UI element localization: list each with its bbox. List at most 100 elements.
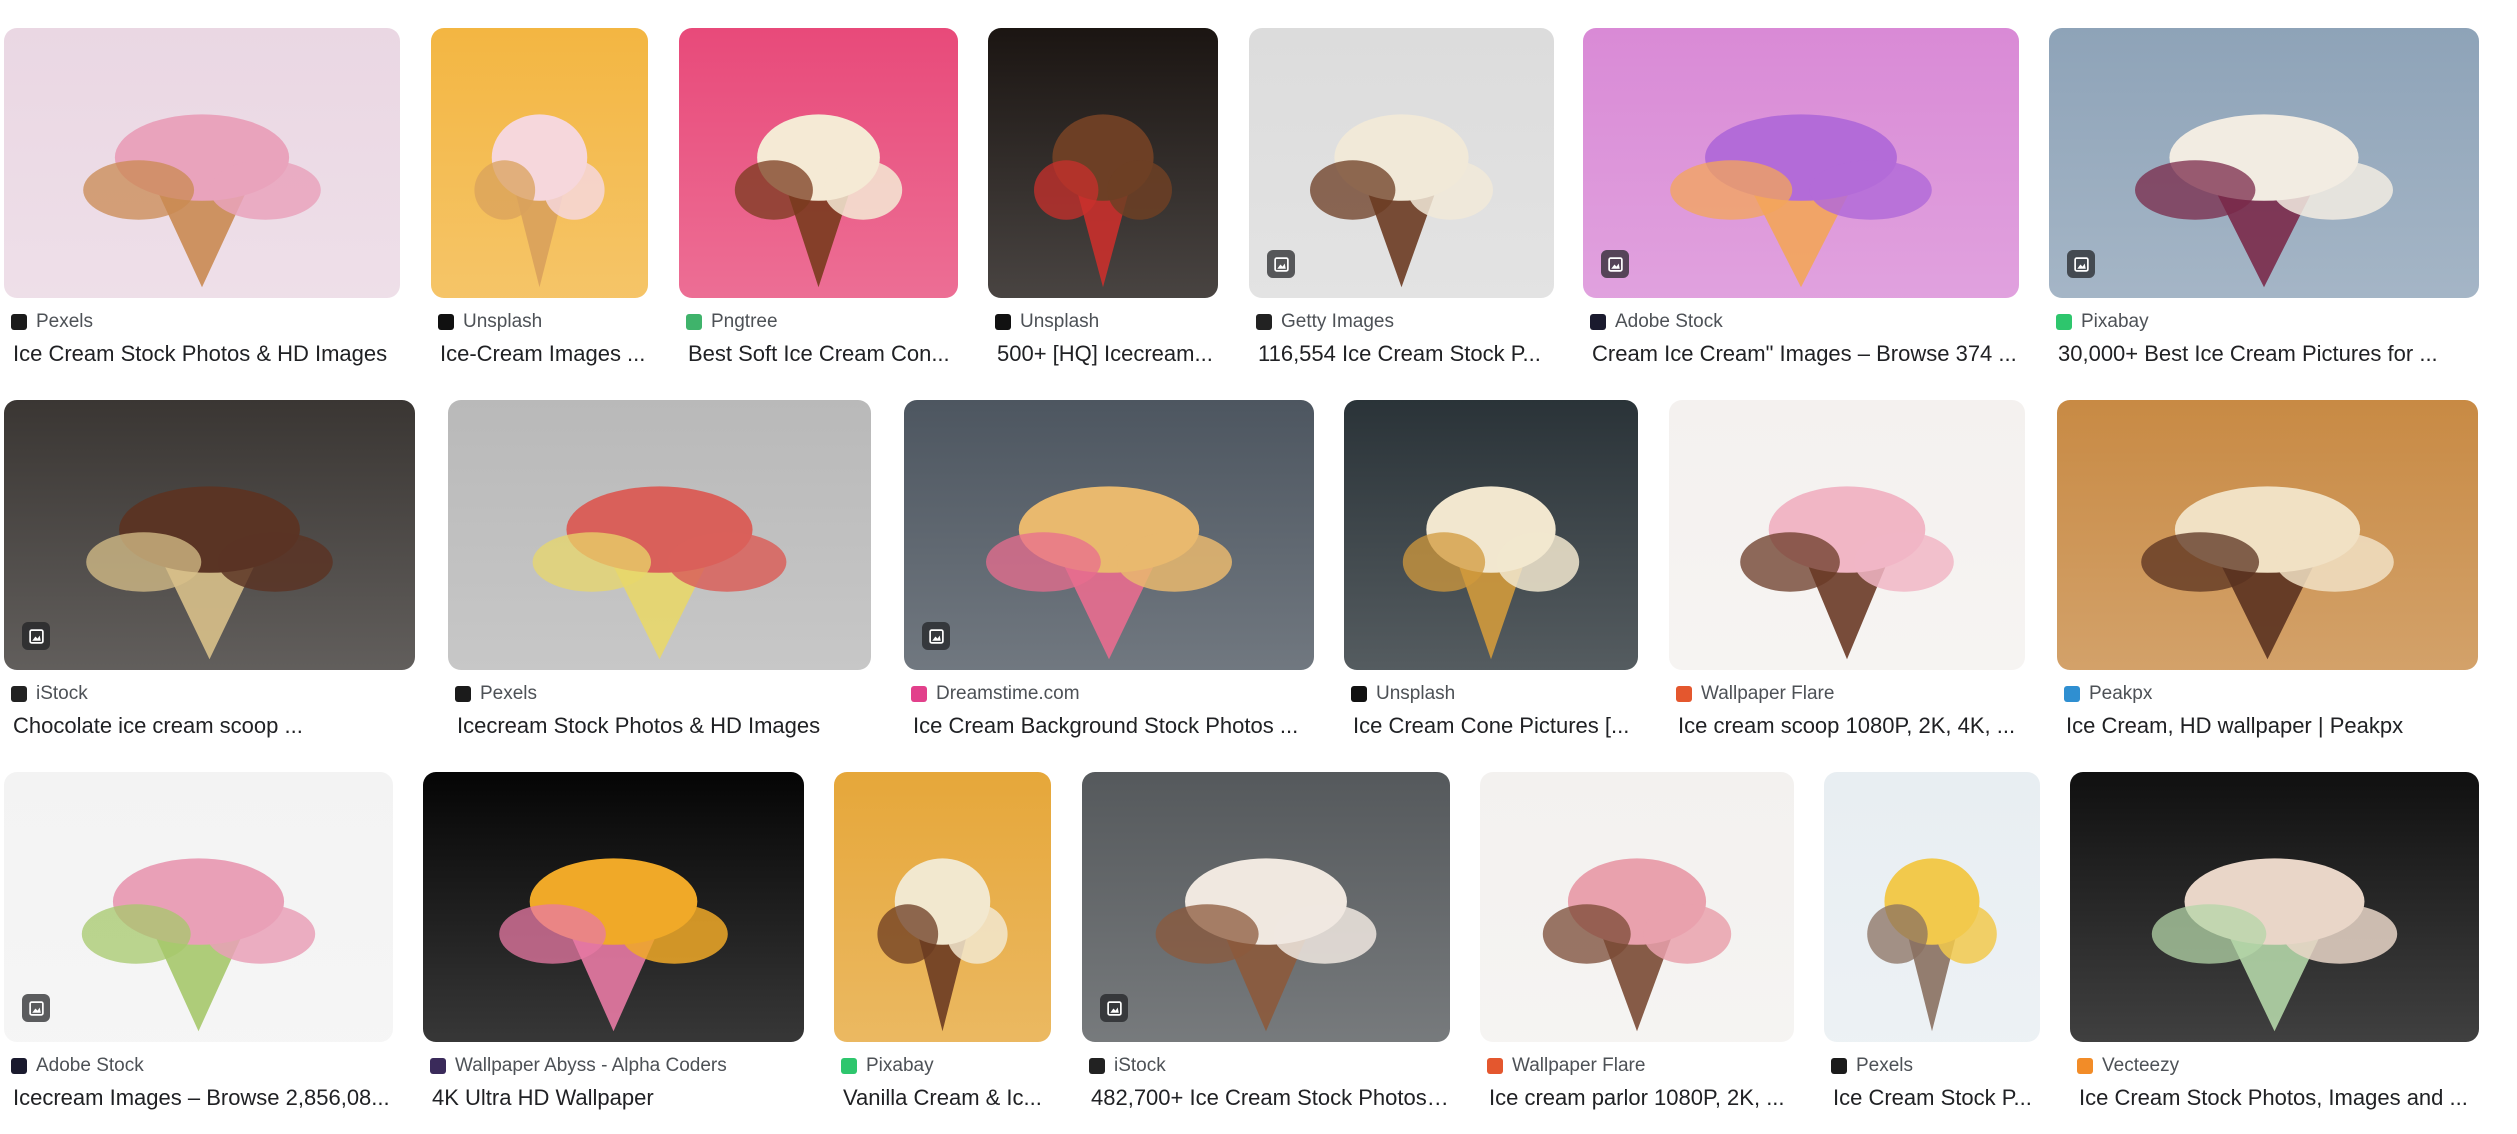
scoop-shape bbox=[81, 904, 191, 964]
result-thumbnail[interactable] bbox=[4, 400, 415, 670]
result-source[interactable]: iStock bbox=[1082, 1055, 1450, 1077]
result-title[interactable]: Vanilla Cream & Ic... bbox=[834, 1083, 1051, 1113]
thumbnail-image bbox=[423, 772, 804, 1042]
result-thumbnail[interactable] bbox=[2070, 772, 2479, 1042]
image-result-card[interactable]: Vecteezy Ice Cream Stock Photos, Images … bbox=[2070, 772, 2479, 1113]
peakpx-icon bbox=[2064, 686, 2080, 702]
result-title[interactable]: 482,700+ Ice Cream Stock Photos ... bbox=[1082, 1083, 1450, 1113]
result-title[interactable]: Ice Cream Stock Photos & HD Images bbox=[4, 339, 400, 369]
result-thumbnail[interactable] bbox=[2049, 28, 2479, 298]
result-thumbnail[interactable] bbox=[1583, 28, 2019, 298]
result-source[interactable]: Getty Images bbox=[1249, 311, 1554, 333]
image-result-card[interactable]: Peakpx Ice Cream, HD wallpaper | Peakpx bbox=[2057, 400, 2478, 741]
image-result-card[interactable]: Getty Images 116,554 Ice Cream Stock P..… bbox=[1249, 28, 1554, 369]
image-result-card[interactable]: Dreamstime.com Ice Cream Background Stoc… bbox=[904, 400, 1314, 741]
scoop-shape bbox=[667, 532, 787, 592]
result-title[interactable]: Ice Cream Background Stock Photos ... bbox=[904, 711, 1314, 741]
dreamstime-icon bbox=[911, 686, 927, 702]
result-title[interactable]: Ice cream parlor 1080P, 2K, ... bbox=[1480, 1083, 1794, 1113]
result-title[interactable]: 4K Ultra HD Wallpaper bbox=[423, 1083, 804, 1113]
result-title[interactable]: Icecream Stock Photos & HD Images bbox=[448, 711, 871, 741]
result-source[interactable]: Vecteezy bbox=[2070, 1055, 2479, 1077]
result-source[interactable]: Unsplash bbox=[1344, 683, 1638, 705]
result-thumbnail[interactable] bbox=[423, 772, 804, 1042]
scoop-shape bbox=[734, 160, 813, 220]
result-title[interactable]: Best Soft Ice Cream Con... bbox=[679, 339, 958, 369]
result-thumbnail[interactable] bbox=[988, 28, 1218, 298]
result-thumbnail[interactable] bbox=[1824, 772, 2040, 1042]
image-result-card[interactable]: Pixabay Vanilla Cream & Ic... bbox=[834, 772, 1051, 1113]
result-title[interactable]: Ice Cream, HD wallpaper | Peakpx bbox=[2057, 711, 2478, 741]
result-source[interactable]: Pixabay bbox=[2049, 311, 2479, 333]
image-result-card[interactable]: iStock 482,700+ Ice Cream Stock Photos .… bbox=[1082, 772, 1450, 1113]
result-source-name: Adobe Stock bbox=[36, 1055, 144, 1076]
thumbnail-image bbox=[834, 772, 1051, 1042]
scoop-shape bbox=[1310, 160, 1396, 220]
result-thumbnail[interactable] bbox=[1480, 772, 1794, 1042]
image-result-card[interactable]: Unsplash 500+ [HQ] Icecream... bbox=[988, 28, 1218, 369]
image-result-card[interactable]: Pngtree Best Soft Ice Cream Con... bbox=[679, 28, 958, 369]
image-result-card[interactable]: Wallpaper Flare Ice cream scoop 1080P, 2… bbox=[1669, 400, 2025, 741]
result-source[interactable]: Dreamstime.com bbox=[904, 683, 1314, 705]
image-result-card[interactable]: iStock Chocolate ice cream scoop ... bbox=[4, 400, 415, 741]
result-title[interactable]: 116,554 Ice Cream Stock P... bbox=[1249, 339, 1554, 369]
result-source[interactable]: Unsplash bbox=[431, 311, 648, 333]
image-icon bbox=[22, 622, 50, 650]
image-result-card[interactable]: Wallpaper Flare Ice cream parlor 1080P, … bbox=[1480, 772, 1794, 1113]
thumbnail-image bbox=[1480, 772, 1794, 1042]
result-title[interactable]: Chocolate ice cream scoop ... bbox=[4, 711, 415, 741]
result-thumbnail[interactable] bbox=[834, 772, 1051, 1042]
result-title[interactable]: 30,000+ Best Ice Cream Pictures for ... bbox=[2049, 339, 2479, 369]
result-thumbnail[interactable] bbox=[1669, 400, 2025, 670]
result-thumbnail[interactable] bbox=[904, 400, 1314, 670]
scoop-shape bbox=[1867, 904, 1928, 964]
result-title[interactable]: Icecream Images – Browse 2,856,08... bbox=[4, 1083, 393, 1113]
result-source-name: iStock bbox=[1114, 1055, 1166, 1076]
image-result-card[interactable]: Adobe Stock Icecream Images – Browse 2,8… bbox=[4, 772, 393, 1113]
result-thumbnail[interactable] bbox=[4, 772, 393, 1042]
result-source[interactable]: Wallpaper Abyss - Alpha Coders bbox=[423, 1055, 804, 1077]
result-title[interactable]: Ice Cream Cone Pictures [... bbox=[1344, 711, 1638, 741]
result-title[interactable]: Ice Cream Stock Photos, Images and ... bbox=[2070, 1083, 2479, 1113]
result-title[interactable]: Ice-Cream Images ... bbox=[431, 339, 648, 369]
result-source[interactable]: Wallpaper Flare bbox=[1669, 683, 2025, 705]
image-result-card[interactable]: Pexels Ice Cream Stock P... bbox=[1824, 772, 2040, 1113]
result-title[interactable]: 500+ [HQ] Icecream... bbox=[988, 339, 1218, 369]
result-thumbnail[interactable] bbox=[1344, 400, 1638, 670]
result-thumbnail[interactable] bbox=[448, 400, 871, 670]
result-source[interactable]: iStock bbox=[4, 683, 415, 705]
result-thumbnail[interactable] bbox=[1249, 28, 1554, 298]
result-source[interactable]: Pexels bbox=[4, 311, 400, 333]
result-thumbnail[interactable] bbox=[431, 28, 648, 298]
thumbnail-image bbox=[1824, 772, 2040, 1042]
result-thumbnail[interactable] bbox=[679, 28, 958, 298]
scoop-shape bbox=[86, 532, 202, 592]
result-source[interactable]: Pngtree bbox=[679, 311, 958, 333]
result-source[interactable]: Unsplash bbox=[988, 311, 1218, 333]
image-result-card[interactable]: Unsplash Ice-Cream Images ... bbox=[431, 28, 648, 369]
image-result-card[interactable]: Pixabay 30,000+ Best Ice Cream Pictures … bbox=[2049, 28, 2479, 369]
result-source[interactable]: Pixabay bbox=[834, 1055, 1051, 1077]
result-title[interactable]: Cream Ice Cream" Images – Browse 374 ... bbox=[1583, 339, 2019, 369]
result-title[interactable]: Ice Cream Stock P... bbox=[1824, 1083, 2040, 1113]
result-thumbnail[interactable] bbox=[4, 28, 400, 298]
result-source[interactable]: Wallpaper Flare bbox=[1480, 1055, 1794, 1077]
scoop-shape bbox=[877, 904, 939, 964]
result-source[interactable]: Pexels bbox=[1824, 1055, 2040, 1077]
result-source[interactable]: Adobe Stock bbox=[1583, 311, 2019, 333]
image-result-card[interactable]: Adobe Stock Cream Ice Cream" Images – Br… bbox=[1583, 28, 2019, 369]
result-source-name: Pngtree bbox=[711, 311, 778, 332]
result-source[interactable]: Peakpx bbox=[2057, 683, 2478, 705]
image-result-card[interactable]: Pexels Ice Cream Stock Photos & HD Image… bbox=[4, 28, 400, 369]
result-thumbnail[interactable] bbox=[1082, 772, 1450, 1042]
image-result-card[interactable]: Wallpaper Abyss - Alpha Coders 4K Ultra … bbox=[423, 772, 804, 1113]
result-title[interactable]: Ice cream scoop 1080P, 2K, 4K, ... bbox=[1669, 711, 2025, 741]
image-result-card[interactable]: Unsplash Ice Cream Cone Pictures [... bbox=[1344, 400, 1638, 741]
result-source-name: Adobe Stock bbox=[1615, 311, 1723, 332]
result-source[interactable]: Adobe Stock bbox=[4, 1055, 393, 1077]
result-source[interactable]: Pexels bbox=[448, 683, 871, 705]
result-thumbnail[interactable] bbox=[2057, 400, 2478, 670]
result-source-name: Wallpaper Flare bbox=[1701, 683, 1835, 704]
istock-icon bbox=[1089, 1058, 1105, 1074]
image-result-card[interactable]: Pexels Icecream Stock Photos & HD Images bbox=[448, 400, 871, 741]
